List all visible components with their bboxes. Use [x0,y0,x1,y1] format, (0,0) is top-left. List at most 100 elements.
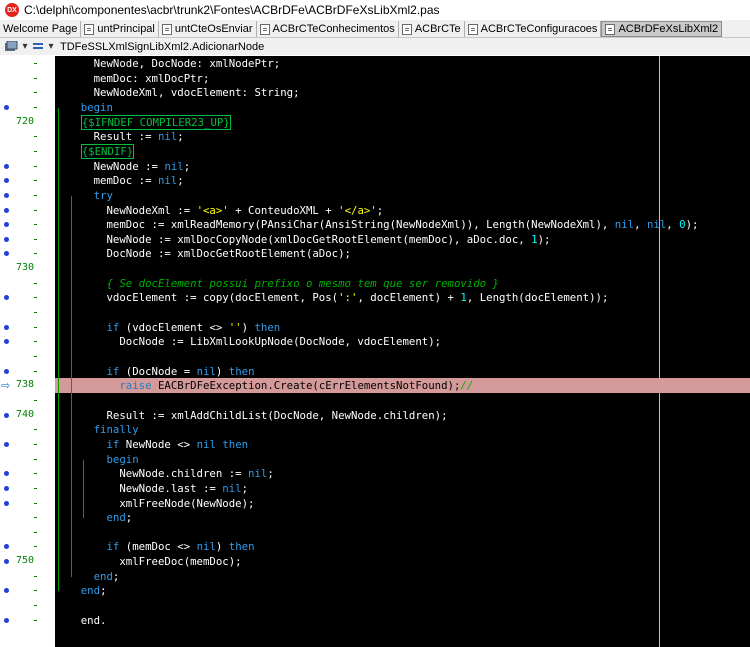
gutter-line[interactable]: 740 [0,408,55,423]
tab-welcome-page[interactable]: Welcome Page [0,21,82,37]
gutter-line[interactable] [0,320,55,335]
gutter-line[interactable] [0,437,55,452]
gutter-line[interactable] [0,188,55,203]
breakpoint-dot-icon[interactable] [4,236,9,242]
code-line[interactable]: {$IFNDEF COMPILER23_UP} [55,114,750,130]
breakpoint-dot-icon[interactable] [4,163,9,169]
code-line[interactable] [55,349,750,364]
method-list-icon[interactable] [30,40,46,54]
gutter-line[interactable] [0,85,55,100]
code-line[interactable]: if (memDoc <> nil) then [55,539,750,554]
code-line[interactable]: vdocElement := copy(docElement, Pos(':',… [55,290,750,305]
gutter-line[interactable] [0,525,55,540]
tab-acbrdfexslibxml2[interactable]: ACBrDFeXsLibXml2 [601,21,723,37]
code-line[interactable] [55,261,750,276]
breakpoint-dot-icon[interactable] [4,368,9,374]
code-line[interactable]: DocNode := xmlDocGetRootElement(aDoc); [55,246,750,261]
code-line[interactable]: NewNode, DocNode: xmlNodePtr; [55,56,750,71]
code-line[interactable]: NewNode.children := nil; [55,466,750,481]
breakpoint-dot-icon[interactable] [4,104,9,110]
breakpoint-dot-icon[interactable] [4,412,9,418]
tab-untcteosenviar[interactable]: untCteOsEnviar [159,21,257,37]
code-line[interactable]: NewNode := nil; [55,159,750,174]
breakpoint-dot-icon[interactable] [4,251,9,257]
gutter-line[interactable] [0,598,55,613]
code-line[interactable]: try [55,188,750,203]
code-line[interactable] [55,525,750,540]
code-line[interactable]: end. [55,613,750,628]
code-line[interactable]: end; [55,569,750,584]
gutter-line[interactable] [0,71,55,86]
code-line[interactable]: end; [55,510,750,525]
code-line[interactable]: Result := xmlAddChildList(DocNode, NewNo… [55,408,750,423]
code-line[interactable]: NewNode.last := nil; [55,481,750,496]
code-line[interactable]: NewNode := xmlDocCopyNode(xmlDocGetRootE… [55,232,750,247]
code-line[interactable]: DocNode := LibXmlLookUpNode(DocNode, vdo… [55,334,750,349]
code-line[interactable]: begin [55,452,750,467]
code-editor[interactable]: NewNode, DocNode: xmlNodePtr; memDoc: xm… [55,56,750,647]
gutter-line[interactable] [0,510,55,525]
breakpoint-dot-icon[interactable] [4,295,9,301]
method-dropdown-chevron-icon[interactable]: ▾ [46,40,56,54]
breakpoint-dot-icon[interactable] [4,207,9,213]
code-line[interactable]: finally [55,422,750,437]
gutter-line[interactable] [0,246,55,261]
gutter-line[interactable] [0,232,55,247]
code-line[interactable]: begin [55,100,750,115]
code-line[interactable]: memDoc := nil; [55,173,750,188]
gutter-line[interactable] [0,539,55,554]
gutter-line[interactable] [0,569,55,584]
gutter-line[interactable] [0,144,55,159]
gutter-line[interactable] [0,56,55,71]
code-line[interactable]: {$ENDIF} [55,143,750,159]
breakpoint-dot-icon[interactable] [4,500,9,506]
gutter-line[interactable] [0,334,55,349]
code-line[interactable]: memDoc: xmlDocPtr; [55,71,750,86]
code-line[interactable]: xmlFreeDoc(memDoc); [55,554,750,569]
breakpoint-dot-icon[interactable] [4,324,9,330]
code-line[interactable]: NewNodeXml := '<a>' + ConteudoXML + '</a… [55,203,750,218]
code-line[interactable]: xmlFreeNode(NewNode); [55,496,750,511]
gutter-line[interactable] [0,276,55,291]
gutter-line[interactable] [0,364,55,379]
breakpoint-dot-icon[interactable] [4,222,9,228]
breakpoint-dot-icon[interactable] [4,588,9,594]
code-line[interactable]: if (DocNode = nil) then [55,364,750,379]
gutter-line[interactable]: 720 [0,115,55,130]
breakpoint-dot-icon[interactable] [4,617,9,623]
gutter-line[interactable] [0,203,55,218]
gutter-line[interactable] [0,393,55,408]
code-line[interactable] [55,598,750,613]
breakpoint-dot-icon[interactable] [4,339,9,345]
tab-untprincipal[interactable]: untPrincipal [81,21,159,37]
chevron-down-icon[interactable]: ▾ [20,40,30,54]
gutter-line[interactable] [0,496,55,511]
gutter-line[interactable] [0,422,55,437]
breakpoint-dot-icon[interactable] [4,544,9,550]
code-line[interactable]: if NewNode <> nil then [55,437,750,452]
gutter-line[interactable] [0,217,55,232]
class-browser-icon[interactable] [2,40,20,54]
gutter-line[interactable] [0,452,55,467]
code-line[interactable] [55,393,750,408]
execution-line[interactable]: raise EACBrDFeException.Create(cErrEleme… [55,378,750,394]
gutter-line[interactable]: 730 [0,261,55,276]
breakpoint-dot-icon[interactable] [4,178,9,184]
gutter-line[interactable] [0,159,55,174]
code-line[interactable]: if (vdocElement <> '') then [55,320,750,335]
gutter-line[interactable] [0,129,55,144]
breakpoint-dot-icon[interactable] [4,559,9,565]
gutter-line[interactable] [0,173,55,188]
gutter-line[interactable] [0,613,55,628]
tab-acbrcte[interactable]: ACBrCTe [399,21,465,37]
breakpoint-dot-icon[interactable] [4,471,9,477]
gutter-line[interactable]: 750 [0,554,55,569]
gutter-line[interactable] [0,481,55,496]
gutter-line[interactable] [0,349,55,364]
gutter-line[interactable] [0,466,55,481]
gutter-line[interactable] [0,583,55,598]
tab-acbrcteconhecimentos[interactable]: ACBrCTeConhecimentos [257,21,399,37]
breakpoint-dot-icon[interactable] [4,441,9,447]
code-line[interactable]: end; [55,583,750,598]
gutter-line[interactable]: ⇨ 738 [0,378,55,393]
